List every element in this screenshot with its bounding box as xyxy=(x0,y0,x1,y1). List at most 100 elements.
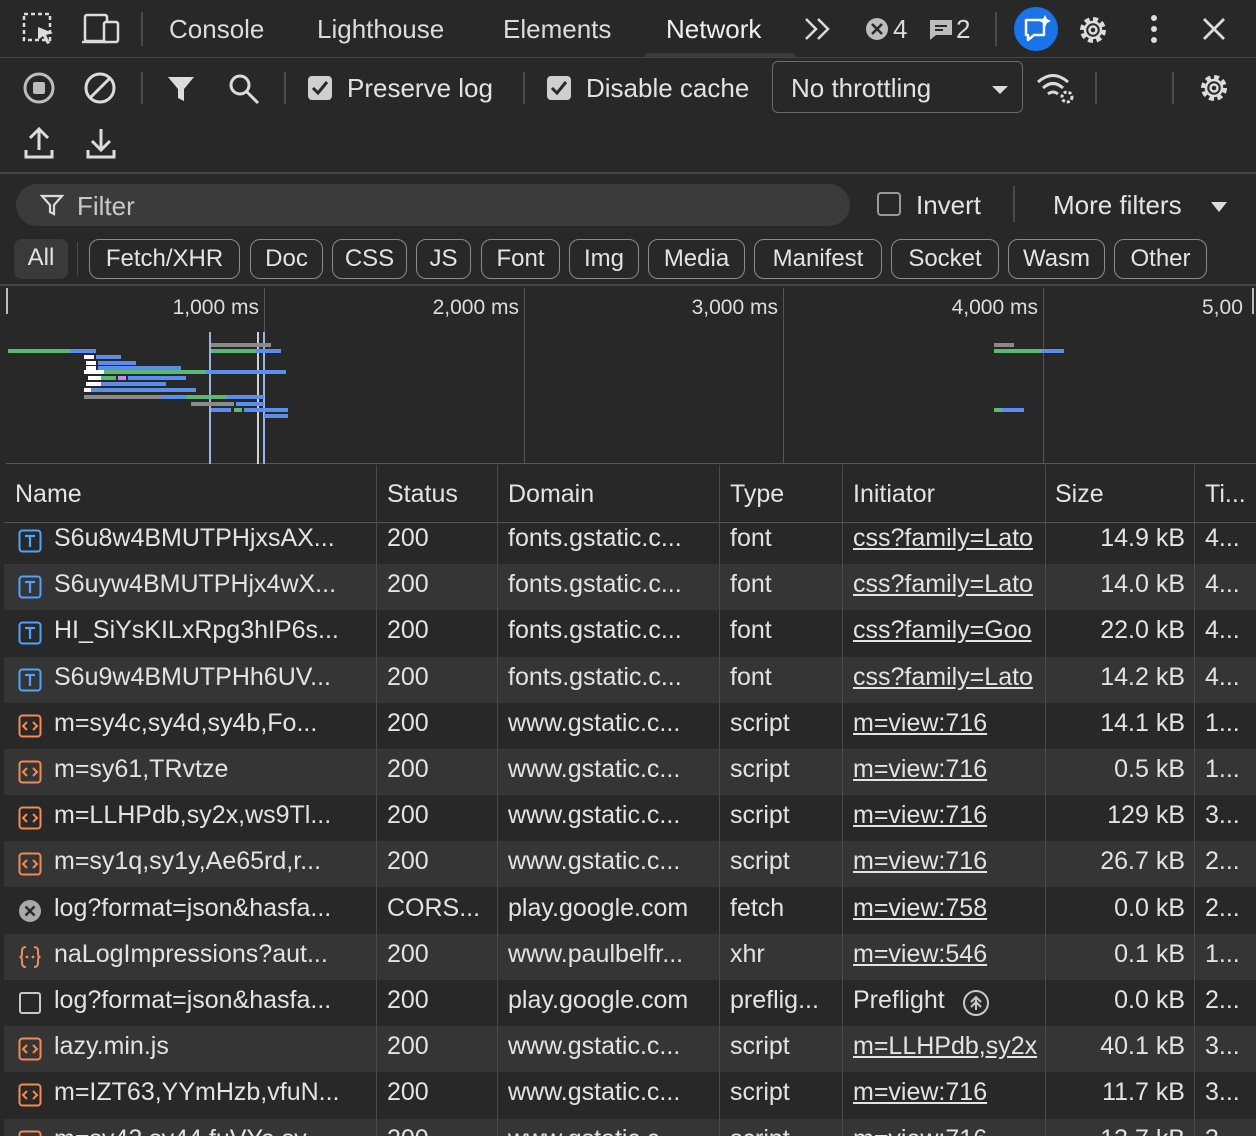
preflight-link-icon[interactable] xyxy=(962,989,990,1022)
filter-chip-css[interactable]: CSS xyxy=(332,239,407,279)
preserve-log-checkbox[interactable] xyxy=(308,76,332,100)
filter-chip-other[interactable]: Other xyxy=(1114,239,1207,279)
column-header-name[interactable]: Name xyxy=(15,480,82,509)
request-name[interactable]: lazy.min.js xyxy=(54,1032,372,1061)
network-conditions-icon[interactable] xyxy=(1036,70,1076,111)
table-row[interactable]: S6u9w4BMUTPHh6UV... 200 fonts.gstatic.c...… xyxy=(4,656,1256,703)
column-header-initiator[interactable]: Initiator xyxy=(853,480,935,509)
request-initiator[interactable]: m=view:716 xyxy=(853,709,1045,738)
request-initiator[interactable]: m=view:716 xyxy=(853,1078,1045,1107)
invert-checkbox[interactable] xyxy=(877,192,901,216)
settings-gear-icon[interactable] xyxy=(1075,12,1111,53)
request-name[interactable]: S6uyw4BMUTPHjx4wX... xyxy=(54,570,372,599)
filter-chip-doc[interactable]: Doc xyxy=(250,239,323,279)
request-initiator[interactable]: m=view:716 xyxy=(853,801,1045,830)
request-initiator[interactable]: m=view:758 xyxy=(853,894,1045,923)
column-divider[interactable] xyxy=(842,465,843,1136)
table-row[interactable]: m=sy1q,sy1y,Ae65rd,r... 200 www.gstatic.c.… xyxy=(4,841,1256,888)
table-row[interactable]: m=sy61,TRvtze 200 www.gstatic.c... script m=… xyxy=(4,749,1256,795)
more-filters-button[interactable]: More filters xyxy=(1053,190,1182,221)
more-tabs-chevron-icon[interactable] xyxy=(803,16,833,47)
request-initiator[interactable]: m=view:716 xyxy=(853,755,1045,784)
network-overview-timeline[interactable]: 1,000 ms 2,000 ms 3,000 ms 4,000 ms 5,00 xyxy=(6,288,1256,464)
table-row[interactable]: log?format=json&hasfa... CORS... play.goog… xyxy=(4,887,1256,934)
invert-label[interactable]: Invert xyxy=(916,190,981,221)
column-header-type[interactable]: Type xyxy=(730,480,784,509)
column-divider[interactable] xyxy=(497,465,498,1136)
request-name[interactable]: log?format=json&hasfa... xyxy=(54,986,372,1015)
filter-chip-socket[interactable]: Socket xyxy=(891,239,999,279)
column-header-status[interactable]: Status xyxy=(387,480,458,509)
filter-funnel-icon[interactable] xyxy=(166,74,196,109)
column-header-size[interactable]: Size xyxy=(1055,480,1104,509)
device-toolbar-icon[interactable] xyxy=(82,12,122,51)
request-name[interactable]: m=IZT63,YYmHzb,vfuN... xyxy=(54,1078,372,1107)
ai-assistance-icon[interactable] xyxy=(1014,7,1058,56)
network-settings-gear-icon[interactable] xyxy=(1196,70,1232,111)
request-name[interactable]: m=sy61,TRvtze xyxy=(54,755,372,784)
table-row[interactable]: S6u8w4BMUTPHjxsAX... 200 fonts.gstatic.c..… xyxy=(4,518,1256,564)
request-initiator[interactable]: css?family=Lato xyxy=(853,663,1045,692)
table-row[interactable]: lazy.min.js 200 www.gstatic.c... script m=LL… xyxy=(4,1026,1256,1073)
filter-chip-fetch-xhr[interactable]: Fetch/XHR xyxy=(89,239,240,279)
table-row[interactable]: m=IZT63,YYmHzb,vfuN... 200 www.gstatic.c..… xyxy=(4,1072,1256,1119)
table-row[interactable]: log?format=json&hasfa... 200 play.google.c… xyxy=(4,980,1256,1026)
filter-chip-wasm[interactable]: Wasm xyxy=(1008,239,1105,279)
disable-cache-checkbox[interactable] xyxy=(547,76,571,100)
request-name[interactable]: m=LLHPdb,sy2x,ws9Tl... xyxy=(54,801,372,830)
request-name[interactable]: m=sy42,sy44,fuVYe,sy... xyxy=(54,1125,372,1136)
filter-chip-img[interactable]: Img xyxy=(569,239,639,279)
table-row[interactable]: m=sy4c,sy4d,sy4b,Fo... 200 www.gstatic.c..… xyxy=(4,702,1256,749)
column-divider[interactable] xyxy=(376,465,377,1136)
error-count[interactable]: 4 xyxy=(893,14,907,45)
request-initiator[interactable]: m=view:546 xyxy=(853,940,1045,969)
request-name[interactable]: S6u8w4BMUTPHjxsAX... xyxy=(54,524,372,553)
import-har-upload-icon[interactable] xyxy=(24,126,54,165)
column-divider[interactable] xyxy=(719,465,720,1136)
inspect-element-icon[interactable] xyxy=(22,12,58,53)
table-row[interactable]: naLogImpressions?aut... 200 www.paulbelfr.… xyxy=(4,933,1256,980)
table-row[interactable]: m=sy42,sy44,fuVYe,sy... 200 www.gstatic.c.… xyxy=(4,1118,1256,1136)
disable-cache-label[interactable]: Disable cache xyxy=(586,73,749,104)
request-initiator[interactable]: css?family=Lato xyxy=(853,570,1045,599)
request-initiator[interactable]: css?family=Goo xyxy=(853,616,1045,645)
filter-chip-js[interactable]: JS xyxy=(416,239,471,279)
message-count-icon[interactable] xyxy=(928,18,954,47)
column-divider[interactable] xyxy=(1045,465,1046,1136)
column-divider[interactable] xyxy=(1194,465,1195,1136)
tab-lighthouse[interactable]: Lighthouse xyxy=(317,14,444,45)
export-har-download-icon[interactable] xyxy=(86,126,116,165)
filter-chip-all[interactable]: All xyxy=(14,239,68,279)
tab-network[interactable]: Network xyxy=(666,14,761,45)
filter-chip-manifest[interactable]: Manifest xyxy=(754,239,882,279)
request-initiator[interactable]: m=LLHPdb,sy2x xyxy=(853,1032,1045,1061)
request-name[interactable]: S6u9w4BMUTPHh6UV... xyxy=(54,663,372,692)
filter-chip-font[interactable]: Font xyxy=(481,239,560,279)
request-name[interactable]: naLogImpressions?aut... xyxy=(54,940,372,969)
filter-input[interactable]: Filter xyxy=(16,184,850,226)
request-initiator[interactable]: m=view:716 xyxy=(853,847,1045,876)
filter-chip-media[interactable]: Media xyxy=(648,239,745,279)
request-name[interactable]: m=sy4c,sy4d,sy4b,Fo... xyxy=(54,709,372,738)
request-name[interactable]: HI_SiYsKILxRpg3hIP6s... xyxy=(54,616,372,645)
tab-console[interactable]: Console xyxy=(169,14,264,45)
column-header-domain[interactable]: Domain xyxy=(508,480,594,509)
table-row[interactable]: S6uyw4BMUTPHjx4wX... 200 fonts.gstatic.c..… xyxy=(4,564,1256,611)
throttling-select[interactable]: No throttling xyxy=(772,61,1023,113)
tab-elements[interactable]: Elements xyxy=(503,14,611,45)
chevron-down-icon[interactable] xyxy=(1210,200,1228,218)
error-count-icon[interactable] xyxy=(864,16,890,47)
more-options-icon[interactable] xyxy=(1146,14,1162,49)
clear-icon[interactable] xyxy=(83,71,117,110)
table-row[interactable]: m=LLHPdb,sy2x,ws9Tl... 200 www.gstatic.c..… xyxy=(4,795,1256,842)
close-devtools-icon[interactable] xyxy=(1201,16,1227,47)
search-icon[interactable] xyxy=(227,72,261,111)
column-header-time[interactable]: Ti... xyxy=(1205,480,1246,509)
request-name[interactable]: m=sy1q,sy1y,Ae65rd,r... xyxy=(54,847,372,876)
request-name[interactable]: log?format=json&hasfa... xyxy=(54,894,372,923)
stop-recording-icon[interactable] xyxy=(22,71,56,110)
table-row[interactable]: HI_SiYsKILxRpg3hIP6s... 200 fonts.gstatic.… xyxy=(4,610,1256,657)
message-count[interactable]: 2 xyxy=(956,14,970,45)
request-initiator[interactable]: m=view:716 xyxy=(853,1125,1045,1136)
preserve-log-label[interactable]: Preserve log xyxy=(347,73,493,104)
